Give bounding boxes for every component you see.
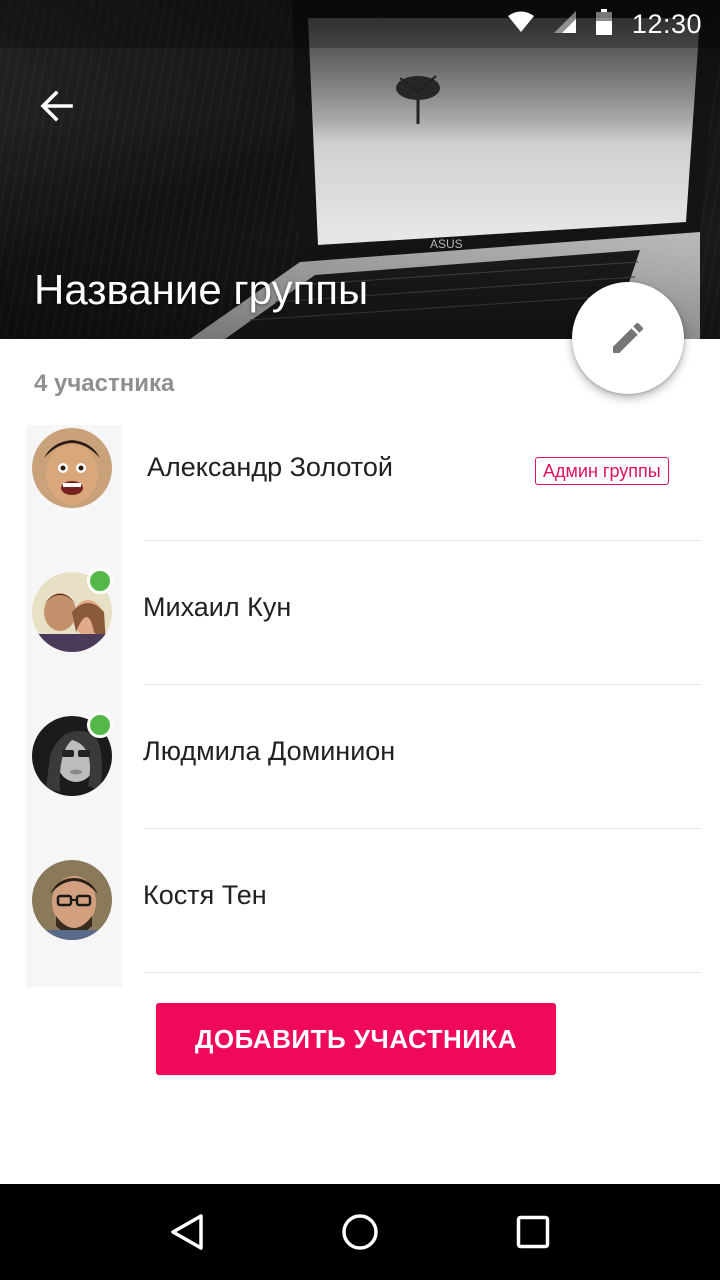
group-title: Название группы xyxy=(34,266,369,313)
status-time: 12:30 xyxy=(631,8,702,39)
pencil-icon xyxy=(613,322,644,353)
status-bar: 12:30 xyxy=(0,0,720,48)
row-divider xyxy=(144,540,700,541)
nav-back-button[interactable] xyxy=(157,1202,217,1262)
member-name: Михаил Кун xyxy=(143,592,292,622)
member-name: Людмила Доминион xyxy=(143,736,396,766)
add-member-button[interactable]: ДОБАВИТЬ УЧАСТНИКА xyxy=(156,1003,556,1075)
signal-icon xyxy=(553,10,576,38)
group-info-screen: ASUS 12:30 Название группы 4 участника xyxy=(0,0,720,1280)
online-indicator xyxy=(87,568,113,594)
back-triangle-icon xyxy=(170,1214,203,1250)
member-row[interactable]: Михаил Кун xyxy=(0,568,720,716)
member-row[interactable]: Людмила Доминион xyxy=(0,712,720,860)
row-divider xyxy=(144,828,700,829)
online-indicator xyxy=(87,712,113,738)
system-nav-bar xyxy=(0,1184,720,1280)
recents-square-icon xyxy=(517,1215,550,1249)
member-row[interactable]: Александр Золотой Админ группы xyxy=(0,428,720,572)
member-name: Костя Тен xyxy=(143,880,267,910)
member-count: 4 участника xyxy=(34,370,175,397)
arrow-left-icon xyxy=(40,90,73,122)
home-circle-icon xyxy=(342,1214,378,1250)
battery-icon xyxy=(595,8,612,40)
row-divider xyxy=(144,972,700,973)
nav-home-button[interactable] xyxy=(330,1202,390,1262)
wifi-icon xyxy=(507,11,534,38)
nav-recents-button[interactable] xyxy=(503,1202,563,1262)
edit-group-button[interactable] xyxy=(572,282,684,394)
avatar xyxy=(32,428,112,508)
member-row[interactable]: Костя Тен xyxy=(0,860,720,1004)
admin-badge: Админ группы xyxy=(535,457,669,485)
back-button[interactable] xyxy=(30,80,82,132)
member-name: Александр Золотой xyxy=(147,452,393,482)
avatar xyxy=(32,860,112,940)
row-divider xyxy=(144,684,700,685)
